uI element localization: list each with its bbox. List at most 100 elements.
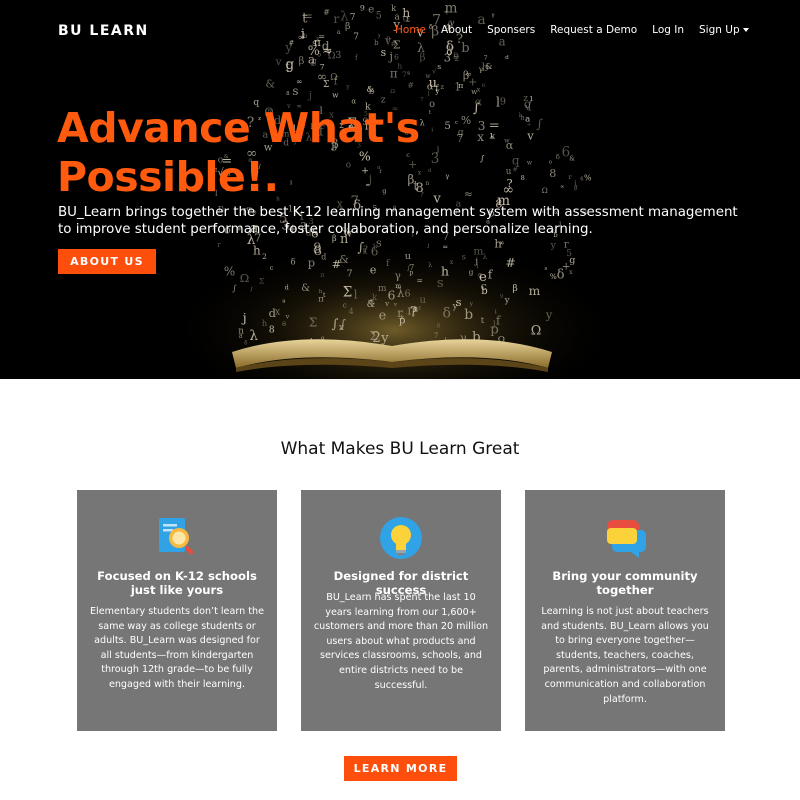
hero-decorative-glyph: 6 bbox=[405, 289, 411, 300]
hero-decorative-glyph: = bbox=[417, 276, 423, 285]
hero-decorative-glyph: h bbox=[262, 318, 268, 328]
hero-decorative-glyph: u bbox=[420, 295, 427, 306]
hero-decorative-glyph: ≈ bbox=[442, 242, 448, 251]
hero-decorative-glyph: ∫ bbox=[536, 116, 543, 131]
hero-decorative-glyph: e bbox=[379, 309, 387, 324]
hero-title-line1: Advance What's bbox=[57, 104, 420, 152]
hero-decorative-glyph: Σ bbox=[259, 277, 264, 286]
hero-decorative-glyph: 7 bbox=[353, 33, 359, 43]
hero-decorative-glyph: g bbox=[478, 273, 482, 279]
hero-decorative-glyph: 8 bbox=[549, 167, 556, 180]
feature-card-text: Elementary students don’t learn the same… bbox=[90, 606, 264, 690]
chat-bubbles-icon bbox=[607, 520, 646, 558]
hero-decorative-glyph: a bbox=[499, 35, 506, 49]
hero-decorative-glyph: s bbox=[456, 295, 462, 309]
hero-decorative-glyph: # bbox=[289, 39, 294, 47]
hero-decorative-glyph: 5 bbox=[317, 52, 321, 59]
nav-home[interactable]: Home bbox=[395, 24, 426, 36]
hero-decorative-glyph: m bbox=[378, 284, 387, 294]
hero-decorative-glyph: s bbox=[407, 71, 410, 77]
hero-decorative-glyph: λ bbox=[249, 328, 258, 344]
hero-decorative-glyph: ∫ bbox=[332, 317, 339, 332]
hero-decorative-glyph: g bbox=[437, 323, 441, 329]
hero-decorative-glyph: δ bbox=[556, 153, 560, 161]
nav-sign-up[interactable]: Sign Up bbox=[699, 24, 749, 36]
hero-decorative-glyph: s bbox=[292, 84, 298, 98]
hero-decorative-glyph: s bbox=[381, 46, 387, 59]
hero-decorative-glyph: l bbox=[496, 95, 500, 110]
hero-decorative-glyph: t bbox=[302, 11, 308, 27]
hero-decorative-glyph: y bbox=[504, 294, 510, 304]
nav-sponsers[interactable]: Sponsers bbox=[487, 24, 535, 36]
brand-logo[interactable]: BU LEARN bbox=[58, 23, 149, 39]
nav-log-in[interactable]: Log In bbox=[652, 24, 684, 36]
about-us-button[interactable]: ABOUT US bbox=[58, 249, 156, 274]
hero-decorative-glyph: m bbox=[529, 284, 541, 298]
hero-decorative-glyph: 7 bbox=[409, 263, 414, 272]
hero-decorative-glyph: 2 bbox=[262, 252, 267, 261]
hero-decorative-glyph: 4 bbox=[349, 306, 354, 316]
hero-decorative-glyph: √ bbox=[432, 67, 437, 76]
hero-decorative-glyph: π bbox=[320, 272, 324, 279]
hero-decorative-glyph: γ bbox=[395, 271, 401, 282]
hero-decorative-glyph: # bbox=[332, 257, 342, 271]
hero-decorative-glyph: i bbox=[301, 27, 305, 42]
hero-decorative-glyph: Σ bbox=[370, 329, 379, 343]
hero-decorative-glyph: & bbox=[301, 283, 310, 294]
hero-decorative-glyph: j bbox=[474, 256, 478, 266]
hero-decorative-glyph: λ bbox=[417, 40, 425, 55]
hero-decorative-glyph: 9 bbox=[500, 96, 506, 107]
hero-decorative-glyph: e bbox=[368, 3, 374, 15]
hero-decorative-glyph: h bbox=[441, 264, 449, 279]
hero-decorative-glyph: u bbox=[405, 251, 411, 262]
hero-decorative-glyph: δ bbox=[244, 341, 247, 347]
hero-decorative-glyph: g bbox=[469, 268, 474, 277]
hero-decorative-glyph: ∫ bbox=[340, 318, 346, 331]
hero-decorative-glyph: 6 bbox=[371, 245, 379, 259]
hero-decorative-glyph: c bbox=[270, 264, 274, 272]
hero-decorative-glyph: ∞ bbox=[466, 69, 472, 78]
hero-decorative-glyph: t bbox=[481, 316, 485, 326]
hero-decorative-glyph: y bbox=[380, 331, 389, 346]
nav-about[interactable]: About bbox=[441, 24, 472, 36]
hero-decorative-glyph: λ bbox=[340, 10, 348, 25]
hero-decorative-glyph: β bbox=[574, 186, 577, 192]
hero-decorative-glyph: ? bbox=[363, 244, 368, 254]
hero-decorative-glyph: h bbox=[398, 61, 403, 70]
hero-decorative-glyph: e bbox=[482, 81, 486, 89]
hero-decorative-glyph: % bbox=[224, 265, 235, 279]
hero-decorative-glyph: & bbox=[367, 84, 374, 94]
hero-decorative-glyph: h bbox=[521, 114, 525, 121]
hero-decorative-glyph: 8 bbox=[521, 174, 525, 182]
hero-decorative-glyph: 9 bbox=[500, 294, 504, 300]
hero-decorative-glyph: g bbox=[312, 57, 317, 66]
nav-request-demo[interactable]: Request a Demo bbox=[550, 24, 637, 36]
hero-decorative-glyph: Σ bbox=[393, 39, 401, 52]
hero-decorative-glyph: p bbox=[308, 255, 315, 269]
hero-decorative-glyph: x bbox=[477, 87, 481, 94]
hero-decorative-glyph: g bbox=[569, 255, 575, 266]
hero-decorative-glyph: d bbox=[322, 39, 330, 53]
hero-decorative-glyph: s bbox=[544, 266, 547, 272]
hero-decorative-glyph: ∞ bbox=[560, 184, 564, 190]
hero-decorative-glyph: d bbox=[321, 252, 326, 261]
hero-decorative-glyph: 7 bbox=[420, 97, 423, 103]
hero-decorative-glyph: 1 bbox=[529, 95, 533, 103]
feature-card: Focused on K-12 schools just like yours … bbox=[77, 490, 277, 731]
hero-decorative-glyph: Σ bbox=[343, 285, 353, 301]
hero-decorative-glyph: r bbox=[333, 11, 339, 26]
hero-decorative-glyph: β bbox=[299, 55, 305, 67]
learn-more-button[interactable]: LEARN MORE bbox=[344, 756, 457, 781]
nav-sign-up-label: Sign Up bbox=[699, 24, 740, 36]
feature-card-text: BU_Learn has spent the last 10 years lea… bbox=[313, 592, 489, 691]
hero-decorative-glyph: 7 bbox=[347, 268, 353, 279]
hero-decorative-glyph: m bbox=[473, 246, 483, 258]
magnifier-document-icon bbox=[159, 518, 194, 555]
hero-decorative-glyph: d bbox=[505, 55, 509, 61]
hero-decorative-glyph: 9 bbox=[282, 299, 285, 305]
hero-decorative-glyph: ∞ bbox=[499, 239, 505, 247]
hero-decorative-glyph: 6 bbox=[394, 53, 399, 62]
hero-decorative-glyph: ? bbox=[378, 34, 381, 40]
feature-card-title: Bring your community together bbox=[552, 569, 698, 597]
hero-decorative-glyph: a bbox=[337, 28, 341, 36]
